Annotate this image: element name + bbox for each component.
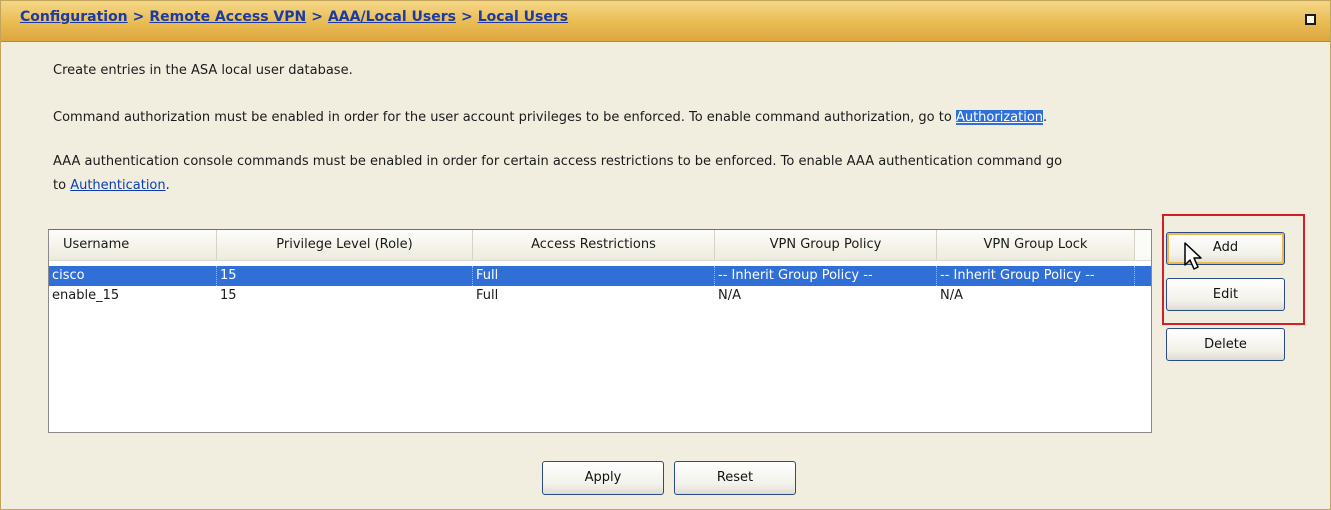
reset-button[interactable]: Reset xyxy=(674,461,796,495)
column-header-privilege-level[interactable]: Privilege Level (Role) xyxy=(217,230,473,260)
breadcrumb-aaa-local-users[interactable]: AAA/Local Users xyxy=(328,9,456,25)
authorization-note: Command authorization must be enabled in… xyxy=(53,110,1047,125)
cell-access-restrictions: Full xyxy=(473,266,715,286)
authentication-note-line2: to Authentication. xyxy=(53,178,170,193)
local-users-panel: Configuration > Remote Access VPN > AAA/Loca… xyxy=(0,0,1331,510)
column-header-username[interactable]: Username xyxy=(49,230,217,260)
breadcrumb-separator: > xyxy=(460,9,473,25)
breadcrumb: Configuration > Remote Access VPN > AAA/Loca… xyxy=(20,9,568,25)
breadcrumb-local-users[interactable]: Local Users xyxy=(478,9,568,25)
authentication-note-end: . xyxy=(165,178,170,193)
table-row[interactable]: cisco 15 Full -- Inherit Group Policy --… xyxy=(49,266,1151,286)
table-header: Username Privilege Level (Role) Access R… xyxy=(49,230,1151,261)
breadcrumb-remote-access-vpn[interactable]: Remote Access VPN xyxy=(149,9,306,25)
authorization-link[interactable]: Authorization xyxy=(955,110,1044,125)
breadcrumb-configuration[interactable]: Configuration xyxy=(20,9,128,25)
breadcrumb-separator: > xyxy=(132,9,145,25)
authentication-note-prefix: to xyxy=(53,178,71,193)
edit-button[interactable]: Edit xyxy=(1166,278,1285,311)
delete-button[interactable]: Delete xyxy=(1166,328,1285,361)
authorization-note-text: Command authorization must be enabled in… xyxy=(53,110,956,125)
breadcrumb-separator: > xyxy=(311,9,323,25)
authentication-note-line1: AAA authentication console commands must… xyxy=(53,154,1063,169)
maximize-icon[interactable] xyxy=(1305,14,1316,25)
mouse-pointer-icon xyxy=(1184,242,1202,270)
title-bar: Configuration > Remote Access VPN > AAA/Loca… xyxy=(1,1,1330,42)
cell-access-restrictions: Full xyxy=(476,288,499,303)
table-row[interactable]: enable_15 15 Full N/A N/A xyxy=(49,286,1151,306)
apply-button[interactable]: Apply xyxy=(542,461,664,495)
cell-privilege-level: 15 xyxy=(217,266,473,286)
cell-vpn-group-lock: N/A xyxy=(940,288,963,303)
cell-vpn-group-policy: N/A xyxy=(718,288,741,303)
authentication-link[interactable]: Authentication xyxy=(70,178,165,193)
cell-vpn-group-policy: -- Inherit Group Policy -- xyxy=(715,266,937,286)
cell-username: enable_15 xyxy=(52,288,120,303)
column-header-access-restrictions[interactable]: Access Restrictions xyxy=(473,230,715,260)
authorization-note-end: . xyxy=(1043,110,1048,125)
cell-vpn-group-lock: -- Inherit Group Policy -- xyxy=(937,266,1135,286)
cell-username: cisco xyxy=(49,266,217,286)
local-users-table[interactable]: Username Privilege Level (Role) Access R… xyxy=(48,229,1152,433)
intro-text: Create entries in the ASA local user dat… xyxy=(53,63,353,78)
cell-privilege-level: 15 xyxy=(220,288,237,303)
column-header-vpn-group-lock[interactable]: VPN Group Lock xyxy=(937,230,1135,260)
column-header-vpn-group-policy[interactable]: VPN Group Policy xyxy=(715,230,937,260)
